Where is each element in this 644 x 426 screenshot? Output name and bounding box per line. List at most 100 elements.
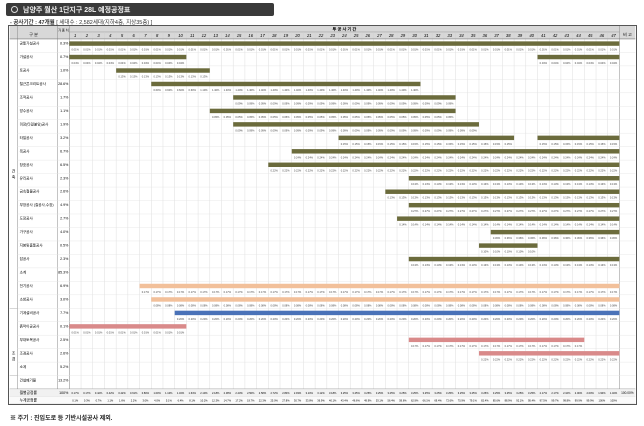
monthly-percentage: 0.17% — [469, 290, 477, 294]
monthly-percentage: 0.10% — [505, 250, 513, 254]
schedule-bar — [478, 351, 620, 356]
monthly-percentage: 0.15% — [481, 142, 489, 146]
monthly-percentage: 0.13% — [469, 196, 477, 200]
monthly-percentage: 0.08% — [505, 303, 513, 307]
summary-value: 46.6% — [352, 399, 360, 403]
month-label: 38 — [506, 33, 511, 38]
monthly-percentage: 0.09% — [446, 128, 454, 132]
monthly-percentage: 0.17% — [493, 290, 501, 294]
monthly-percentage: 0.17% — [247, 290, 255, 294]
summary-value: 2.17% — [551, 391, 559, 395]
monthly-percentage: 0.17% — [458, 290, 466, 294]
monthly-percentage: 0.17% — [352, 290, 360, 294]
monthly-percentage: 0.15% — [423, 142, 431, 146]
summary-value: 92.1% — [516, 399, 524, 403]
monthly-percentage: 0.09% — [411, 101, 419, 105]
monthly-percentage: 0.09% — [271, 101, 279, 105]
monthly-percentage: 0.22% — [551, 357, 559, 361]
schedule-bar — [116, 68, 210, 73]
schedule-bar — [174, 310, 620, 316]
monthly-percentage: 0.01% — [224, 48, 232, 52]
summary-value: 1.40% — [610, 391, 618, 395]
monthly-percentage: 0.17% — [575, 290, 583, 294]
monthly-percentage: 0.13% — [528, 196, 536, 200]
monthly-percentage: 0.10% — [516, 250, 524, 254]
monthly-percentage: 0.15% — [388, 142, 396, 146]
monthly-percentage: 0.24% — [481, 155, 489, 159]
monthly-percentage: 0.17% — [282, 290, 290, 294]
monthly-percentage: 0.09% — [364, 128, 372, 132]
monthly-percentage: 0.17% — [423, 344, 431, 348]
schedule-bar — [490, 229, 620, 235]
monthly-percentage: 0.13% — [598, 182, 606, 186]
monthly-percentage: 0.09% — [317, 101, 325, 105]
monthly-percentage: 0.08% — [376, 303, 384, 307]
month-label: 36 — [483, 33, 488, 38]
summary-value: 43.4% — [341, 399, 349, 403]
monthly-percentage: 0.09% — [247, 101, 255, 105]
monthly-percentage: 0.20% — [411, 317, 419, 321]
summary-value: 85.6% — [493, 399, 501, 403]
monthly-percentage: 0.01% — [341, 48, 349, 52]
monthly-percentage: 0.17% — [598, 290, 606, 294]
monthly-percentage: 0.13% — [411, 182, 419, 186]
monthly-percentage: 0.15% — [376, 142, 384, 146]
monthly-percentage: 0.01% — [95, 48, 103, 52]
summary-value: 3.25% — [528, 391, 536, 395]
monthly-percentage: 0.13% — [505, 196, 513, 200]
monthly-percentage: 0.22% — [364, 169, 372, 173]
monthly-percentage: 0.24% — [352, 155, 360, 159]
monthly-percentage: 0.05% — [294, 115, 302, 119]
row-weight: 5.2% — [60, 365, 69, 369]
monthly-percentage: 0.13% — [587, 196, 595, 200]
monthly-percentage: 0.17% — [458, 344, 466, 348]
monthly-percentage: 0.08% — [493, 303, 501, 307]
monthly-percentage: 0.08% — [458, 303, 466, 307]
monthly-percentage: 0.13% — [551, 196, 559, 200]
monthly-percentage: 0.15% — [505, 142, 513, 146]
monthly-percentage: 0.20% — [235, 317, 243, 321]
monthly-percentage: 0.22% — [458, 169, 466, 173]
header-note: 비 고 — [623, 31, 632, 37]
monthly-percentage: 0.13% — [153, 74, 161, 78]
monthly-percentage: 0.17% — [540, 290, 548, 294]
monthly-percentage: 0.27% — [481, 209, 489, 213]
monthly-percentage: 0.08% — [575, 303, 583, 307]
monthly-percentage: 0.13% — [610, 182, 618, 186]
monthly-percentage: 0.09% — [388, 128, 396, 132]
monthly-percentage: 0.09% — [271, 128, 279, 132]
monthly-percentage: 0.01% — [142, 48, 150, 52]
monthly-percentage: 0.01% — [352, 48, 360, 52]
summary-value: 66.1% — [423, 399, 431, 403]
row-weight: 2.6% — [60, 190, 69, 194]
month-label: 23 — [329, 33, 335, 38]
monthly-percentage: 0.17% — [212, 290, 220, 294]
monthly-percentage: 0.04% — [72, 61, 80, 65]
monthly-percentage: 0.36% — [540, 236, 548, 240]
monthly-percentage: 0.04% — [598, 61, 606, 65]
monthly-percentage: 0.22% — [376, 169, 384, 173]
monthly-percentage: 0.13% — [610, 263, 618, 267]
monthly-percentage: 0.09% — [364, 101, 372, 105]
monthly-percentage: 0.09% — [235, 128, 243, 132]
monthly-percentage: 0.04% — [83, 61, 91, 65]
monthly-percentage: 1.40% — [294, 88, 302, 92]
monthly-percentage: 0.08% — [563, 303, 571, 307]
row-weight: 28.6% — [58, 82, 69, 86]
monthly-percentage: 0.13% — [587, 263, 595, 267]
monthly-percentage: 0.17% — [434, 290, 442, 294]
monthly-percentage: 0.14% — [411, 223, 419, 227]
summary-value: 0.42% — [107, 391, 115, 395]
monthly-percentage: 0.08% — [528, 303, 536, 307]
monthly-percentage: 0.13% — [516, 263, 524, 267]
monthly-percentage: 0.01% — [282, 48, 290, 52]
month-label: 40 — [529, 33, 534, 38]
month-label: 32 — [436, 33, 441, 38]
monthly-percentage: 0.17% — [399, 290, 407, 294]
monthly-percentage: 0.09% — [388, 101, 396, 105]
monthly-percentage: 0.20% — [271, 317, 279, 321]
summary-value: 2.17% — [540, 391, 548, 395]
summary-value: 25.0% — [271, 399, 279, 403]
monthly-percentage: 0.20% — [493, 317, 501, 321]
page-title: 남양주 월산 1단지구 28L 예정공정표 — [23, 6, 131, 14]
